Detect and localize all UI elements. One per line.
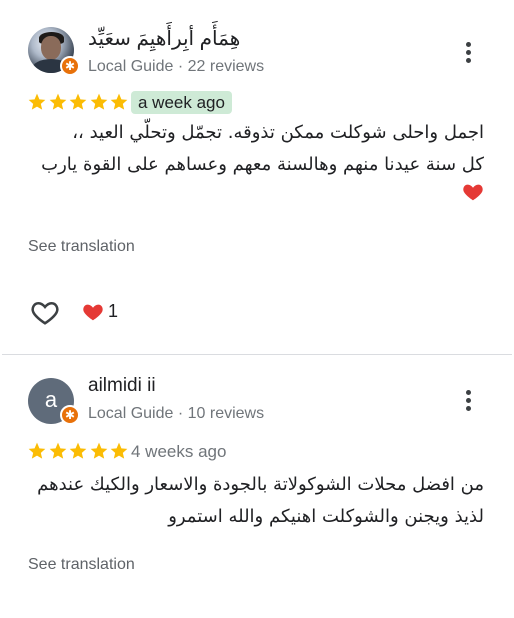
review-text-emoji-line (28, 181, 484, 214)
reviewer-role: Local Guide (88, 405, 174, 422)
review-text-line: لذيذ ويجنن والشوكلت اهنيكم والله استمرو (168, 506, 484, 527)
reviewer-meta: Local Guide · 10 reviews (88, 405, 264, 423)
review-text-line: كل سنة عيدنا منهم وهالسنة معهم وعساهم عل… (41, 154, 484, 175)
review-card: ✱ هِمَأَم أبِرأَهيِمَ سعَيِّد Local Guid… (0, 0, 514, 355)
reviewer-review-count: 10 reviews (187, 405, 265, 422)
more-vert-dot (466, 398, 471, 403)
more-vert-icon (466, 42, 471, 47)
see-translation-link[interactable]: See translation (28, 556, 135, 574)
star-icon (68, 441, 88, 461)
star-icon (109, 92, 129, 112)
see-translation-link[interactable]: See translation (28, 238, 135, 256)
star-icon (109, 441, 129, 461)
review-time: a week ago (131, 91, 232, 114)
star-rating (27, 92, 130, 114)
star-icon (48, 441, 68, 461)
review-time: 4 weeks ago (131, 442, 227, 461)
review-divider (2, 354, 512, 355)
review-text: اجمل واحلى شوكلت ممكن تذوقه. تجمّل وتحلّ… (28, 117, 484, 214)
star-icon (27, 441, 47, 461)
star-rating (27, 441, 130, 463)
reviewer-review-count: 22 reviews (187, 58, 265, 75)
star-icon (27, 92, 47, 112)
more-vert-dot (466, 406, 471, 411)
more-options-button[interactable] (458, 38, 478, 66)
red-heart-icon (83, 304, 103, 321)
review-card: a ✱ ailmidi ii Local Guide · 10 reviews … (0, 356, 514, 618)
more-vert-dot (466, 50, 471, 55)
like-button[interactable] (30, 298, 60, 326)
reviewer-name[interactable]: هِمَأَم أبِرأَهيِمَ سعَيِّد (88, 26, 240, 51)
more-vert-icon (466, 390, 471, 395)
local-guide-badge-icon: ✱ (60, 405, 80, 425)
reviewer-role: Local Guide (88, 58, 174, 75)
review-text-line: اجمل واحلى شوكلت ممكن تذوقه. تجمّل وتحلّ… (72, 122, 484, 143)
star-icon (89, 92, 109, 112)
meta-separator: · (177, 405, 188, 422)
reviewer-name[interactable]: ailmidi ii (88, 375, 156, 397)
meta-separator: · (177, 58, 188, 75)
heart-outline-icon (31, 301, 59, 325)
star-icon (89, 441, 109, 461)
local-guide-badge-icon: ✱ (60, 56, 80, 76)
red-heart-icon (463, 184, 483, 201)
reviewer-meta: Local Guide · 22 reviews (88, 58, 264, 76)
more-vert-dot (466, 58, 471, 63)
review-text-line: من افضل محلات الشوكولاتة بالجودة والاسعا… (37, 474, 484, 495)
star-icon (48, 92, 68, 112)
star-icon (68, 92, 88, 112)
reaction-summary[interactable]: 1 (82, 301, 118, 323)
review-text: من افضل محلات الشوكولاتة بالجودة والاسعا… (28, 469, 484, 533)
reaction-count: 1 (108, 301, 119, 321)
avatar-face (41, 36, 61, 60)
more-options-button[interactable] (458, 386, 478, 414)
